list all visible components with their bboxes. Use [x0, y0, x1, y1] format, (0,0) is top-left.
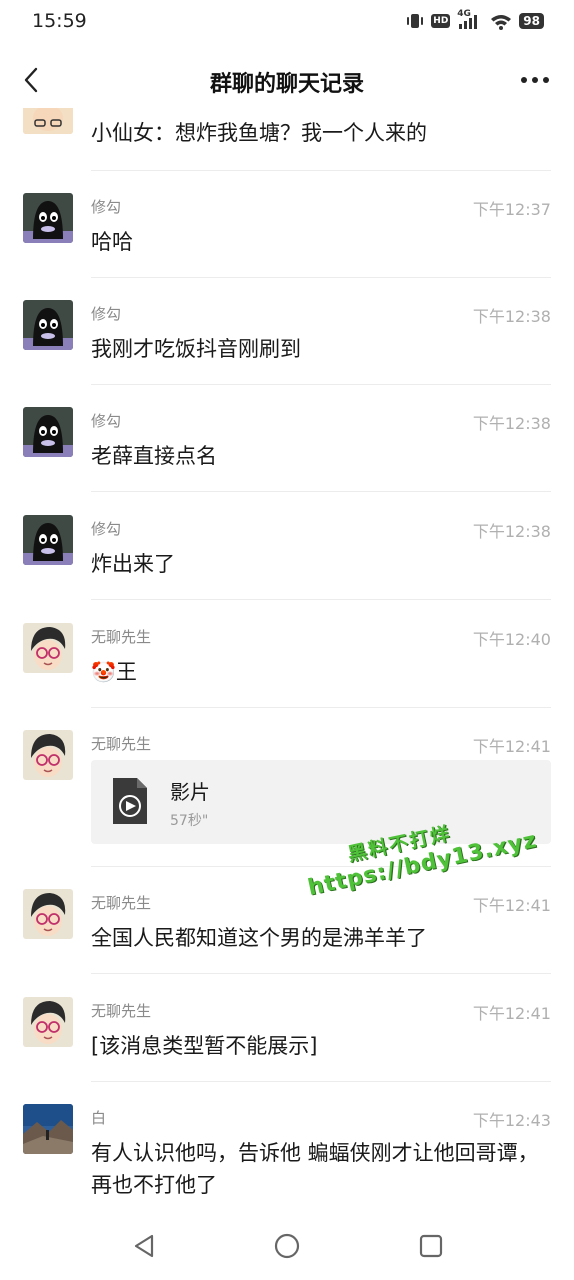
- avatar[interactable]: [23, 108, 73, 134]
- dark-cartoon-avatar-icon: [23, 515, 73, 565]
- sender-name: 无聊先生: [91, 1002, 152, 1020]
- glasses-man-avatar-icon: [23, 623, 73, 673]
- message-time: 下午12:41: [472, 896, 551, 915]
- recents-square-icon[interactable]: [417, 1232, 445, 1260]
- avatar[interactable]: [23, 730, 73, 780]
- status-icons: HD 4G 98: [406, 9, 544, 30]
- dark-cartoon-avatar-icon: [23, 193, 73, 243]
- hd-icon: HD: [431, 14, 451, 28]
- file-name: 影片: [170, 780, 210, 804]
- vibrate-icon: [407, 14, 424, 28]
- file-duration: 57秒": [170, 813, 209, 829]
- status-bar: 15:59 HD 4G 98: [0, 0, 574, 44]
- chat-history-list[interactable]: 小仙女：想炸我鱼塘？我一个人来的 修勾 下午12:37 哈哈 修勾 下午12:3…: [0, 108, 574, 1210]
- system-navigation-bar: [0, 1210, 574, 1280]
- message-time: 下午12:43: [472, 1111, 551, 1130]
- glasses-man-avatar-icon: [23, 730, 73, 780]
- list-item: 修勾 下午12:38 老薛直接点名: [0, 384, 574, 492]
- dark-cartoon-avatar-icon: [23, 407, 73, 457]
- message-time: 下午12:41: [472, 737, 551, 756]
- message-time: 下午12:37: [472, 200, 551, 219]
- avatar[interactable]: [23, 623, 73, 673]
- list-item: 无聊先生 下午12:41 全国人民都知道这个男的是沸羊羊了: [0, 866, 574, 974]
- list-item: 小仙女：想炸我鱼塘？我一个人来的: [0, 108, 574, 171]
- girl-avatar-icon: [23, 108, 73, 134]
- home-circle-icon[interactable]: [273, 1232, 301, 1260]
- sender-name: 无聊先生: [91, 735, 152, 753]
- list-item: 无聊先生 下午12:40 🤡王: [0, 600, 574, 708]
- message-time: 下午12:38: [472, 307, 551, 326]
- message-text: 哈哈: [91, 230, 133, 254]
- sender-name: 修勾: [91, 520, 122, 538]
- list-item: 修勾 下午12:37 哈哈: [0, 170, 574, 278]
- avatar[interactable]: [23, 1104, 73, 1154]
- more-dots-icon: [521, 77, 549, 83]
- message-text: 全国人民都知道这个男的是沸羊羊了: [91, 926, 427, 950]
- message-time: 下午12:38: [472, 414, 551, 433]
- battery-icon: 98: [519, 13, 544, 29]
- avatar[interactable]: [23, 515, 73, 565]
- list-item: 修勾 下午12:38 我刚才吃饭抖音刚刷到: [0, 277, 574, 385]
- list-item: 无聊先生 下午12:41 影片 57秒": [0, 707, 574, 867]
- list-item: 无聊先生 下午12:41 [该消息类型暂不能展示]: [0, 974, 574, 1082]
- message-text: 炸出来了: [91, 552, 175, 576]
- list-item: 白 下午12:43 有人认识他吗，告诉他 蝙蝠侠刚才让他回哥谭，再也不打他了: [0, 1081, 574, 1210]
- list-item: 修勾 下午12:38 炸出来了: [0, 492, 574, 600]
- message-text: 我刚才吃饭抖音刚刷到: [91, 337, 301, 361]
- sender-name: 修勾: [91, 412, 122, 430]
- avatar[interactable]: [23, 997, 73, 1047]
- landscape-avatar-icon: [23, 1104, 73, 1154]
- back-triangle-icon[interactable]: [130, 1232, 158, 1260]
- more-button[interactable]: [518, 64, 552, 96]
- glasses-man-avatar-icon: [23, 997, 73, 1047]
- glasses-man-avatar-icon: [23, 889, 73, 939]
- sender-name: 修勾: [91, 305, 122, 323]
- status-time: 15:59: [32, 10, 87, 32]
- sender-name: 白: [91, 1109, 107, 1127]
- avatar[interactable]: [23, 407, 73, 457]
- message-time: 下午12:41: [472, 1004, 551, 1023]
- video-file-icon: [113, 778, 147, 824]
- message-time: 下午12:40: [472, 630, 551, 649]
- video-file-card[interactable]: 影片 57秒": [91, 760, 551, 844]
- message-text: 老薛直接点名: [91, 444, 217, 468]
- sender-name: 修勾: [91, 198, 122, 216]
- header: 群聊的聊天记录: [0, 52, 574, 108]
- avatar[interactable]: [23, 300, 73, 350]
- page-title: 群聊的聊天记录: [209, 72, 364, 97]
- dark-cartoon-avatar-icon: [23, 300, 73, 350]
- signal-icon: 4G: [457, 9, 483, 30]
- message-text: [该消息类型暂不能展示]: [91, 1034, 318, 1058]
- message-text: 小仙女：想炸我鱼塘？我一个人来的: [91, 121, 427, 145]
- message-text: 🤡王: [91, 656, 551, 688]
- sender-name: 无聊先生: [91, 894, 152, 912]
- message-text: 有人认识他吗，告诉他 蝙蝠侠刚才让他回哥谭，再也不打他了: [91, 1141, 539, 1197]
- avatar[interactable]: [23, 193, 73, 243]
- message-text-body: 王: [115, 660, 137, 684]
- clown-emoji: 🤡: [91, 660, 116, 684]
- sender-name: 无聊先生: [91, 628, 152, 646]
- wifi-icon: [491, 14, 512, 30]
- message-time: 下午12:38: [472, 522, 551, 541]
- avatar[interactable]: [23, 889, 73, 939]
